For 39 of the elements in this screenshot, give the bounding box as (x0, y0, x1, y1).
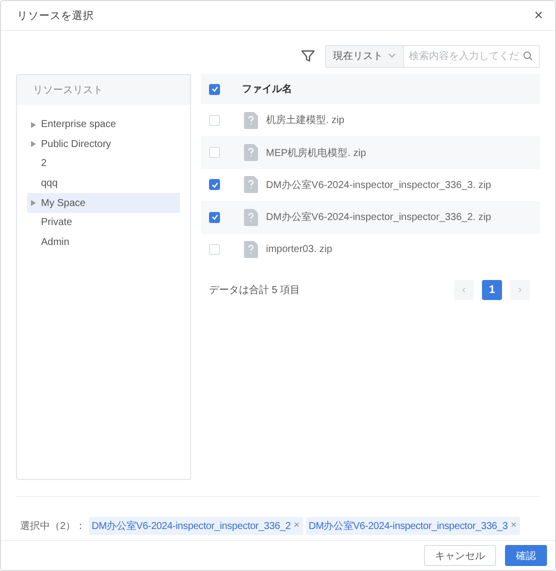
remove-tag-button[interactable]: × (294, 520, 300, 531)
expand-icon[interactable] (31, 200, 36, 206)
expand-icon[interactable] (31, 141, 36, 148)
confirm-button[interactable]: 確認 (505, 545, 547, 566)
file-icon (244, 176, 258, 194)
file-name: DM办公室V6-2024-inspector_inspector_336_2. zip (266, 210, 492, 224)
row-checkbox[interactable] (209, 179, 220, 190)
tree-item[interactable]: Admin (27, 232, 180, 252)
remove-tag-button[interactable]: × (510, 520, 517, 531)
table-row[interactable]: DM办公室V6-2024-inspector_inspector_336_2. zip (201, 201, 540, 234)
dialog-title: リソースを選択 (17, 8, 94, 22)
tree-item[interactable]: Public Directory (27, 134, 180, 154)
row-checkbox[interactable] (209, 212, 220, 223)
tag-text: DM办公室V6-2024-inspector_inspector_336_2 (92, 520, 291, 532)
file-icon (244, 144, 258, 162)
tree-item[interactable]: Enterprise space (27, 115, 180, 135)
file-name: MEP机房机电模型. zip (266, 146, 366, 160)
close-button[interactable]: × (534, 7, 543, 24)
column-header: ファイル名 (242, 82, 292, 96)
tag-text: DM办公室V6-2024-inspector_inspector_336_3 (308, 520, 508, 532)
file-name: DM办公室V6-2024-inspector_inspector_336_3. zip (266, 178, 492, 192)
page-button[interactable]: 1 (482, 280, 502, 300)
tree-item[interactable]: qqq (27, 174, 180, 194)
tree-item[interactable]: Private (27, 212, 180, 233)
sidebar-title: リソースリスト (33, 84, 103, 97)
filter-icon[interactable] (301, 49, 315, 63)
cancel-button[interactable]: キャンセル (424, 545, 496, 566)
file-name: importer03. zip (266, 244, 332, 256)
file-icon (244, 241, 258, 258)
tree-item[interactable]: My Space (27, 193, 180, 213)
selected-label: 選択中（2）： (20, 520, 86, 532)
tree-item[interactable]: 2 (27, 154, 180, 174)
file-icon (244, 208, 258, 226)
select-all-checkbox[interactable] (209, 84, 220, 94)
expand-icon[interactable] (31, 122, 36, 128)
file-icon (244, 112, 258, 129)
table-row[interactable]: MEP机房机电模型. zip (201, 136, 540, 169)
total-count: データは合計 5 項目 (209, 284, 300, 297)
file-name: 机房土建模型. zip (266, 114, 344, 128)
